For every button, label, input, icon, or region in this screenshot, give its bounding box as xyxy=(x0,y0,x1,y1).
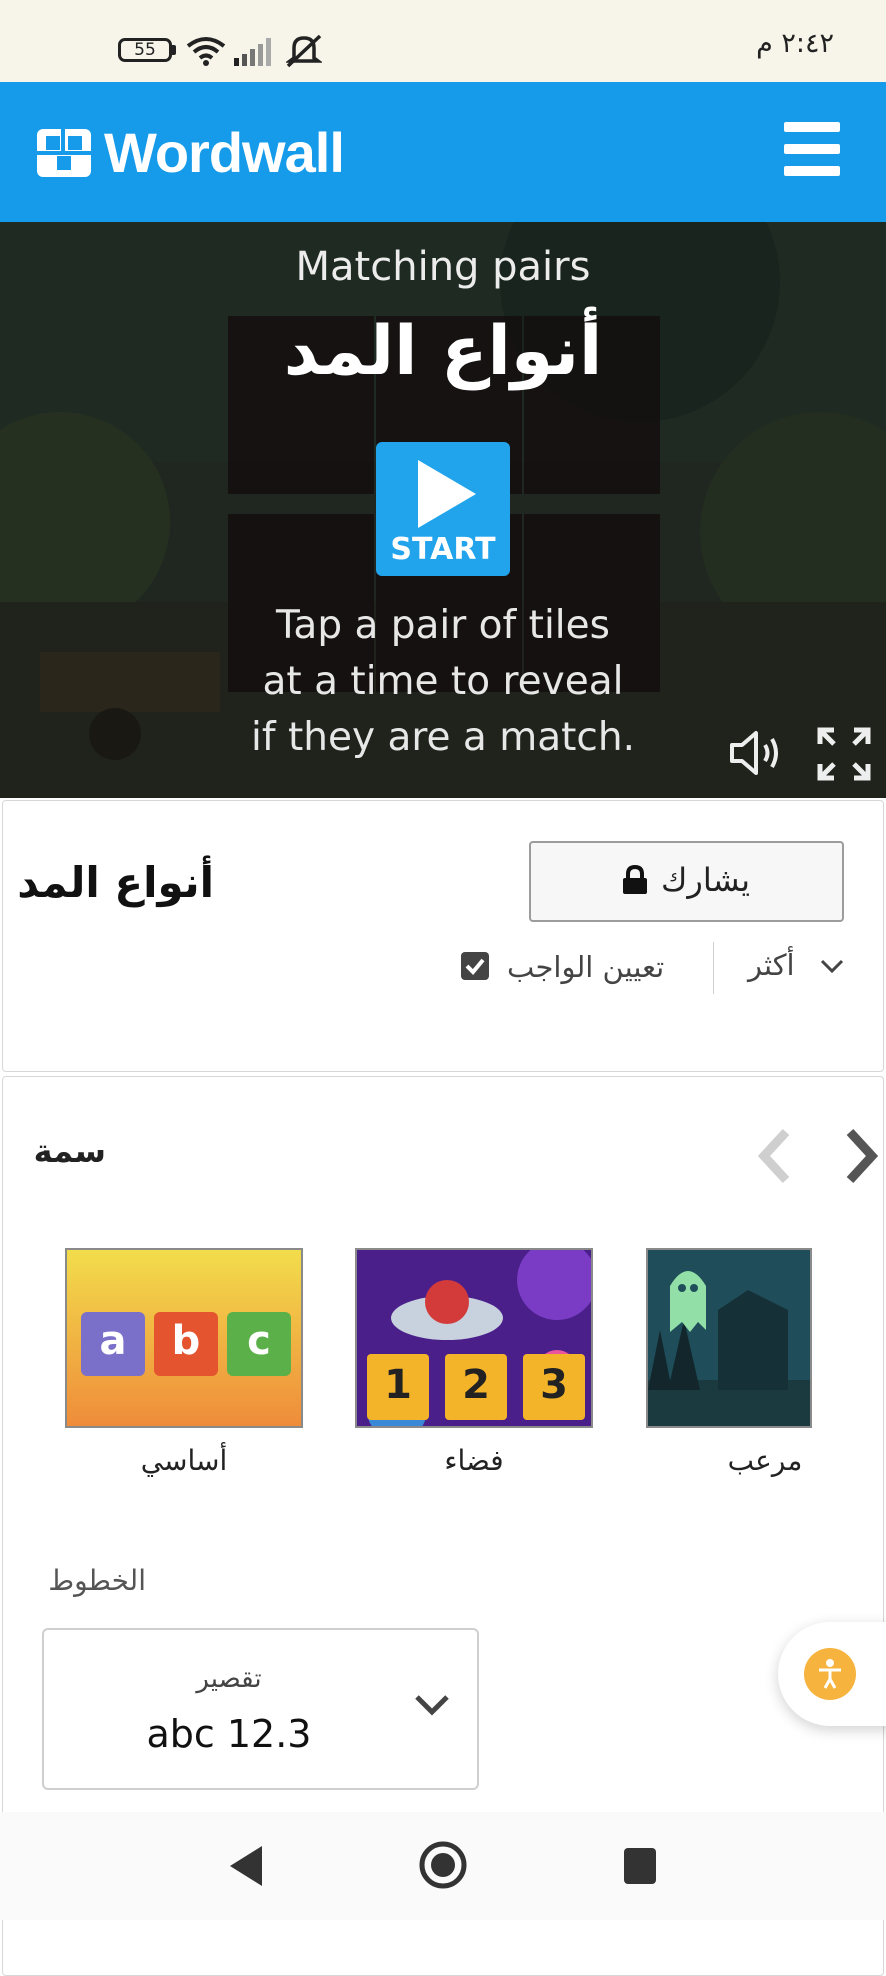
brand-name[interactable]: Wordwall xyxy=(104,120,345,185)
assign-homework-label: تعيين الواجب xyxy=(507,950,665,984)
play-icon xyxy=(418,460,476,528)
checkbox-checked-icon xyxy=(461,952,489,980)
wifi-icon xyxy=(186,37,226,66)
chevron-down-icon xyxy=(820,959,844,974)
theme-sample-number: 2 xyxy=(462,1362,490,1408)
recent-apps-icon[interactable] xyxy=(624,1848,656,1884)
hamburger-menu-icon[interactable] xyxy=(784,120,840,178)
signal-icon xyxy=(234,38,271,66)
accessibility-button[interactable] xyxy=(778,1622,886,1726)
home-icon[interactable] xyxy=(418,1840,468,1890)
chevron-down-icon xyxy=(415,1695,449,1716)
share-label: يشارك xyxy=(661,861,751,899)
font-select[interactable]: تقصير abc 12.3 xyxy=(42,1628,479,1790)
fonts-section-title: الخطوط xyxy=(48,1564,146,1597)
more-label: أكثر xyxy=(748,948,795,982)
game-activity-title: أنواع المد xyxy=(283,312,603,391)
theme-spooky-thumbnail[interactable] xyxy=(646,1248,812,1428)
theme-spooky-label: مرعب xyxy=(727,1444,803,1477)
fullscreen-icon[interactable] xyxy=(816,726,872,782)
share-button[interactable]: يشارك xyxy=(529,841,844,922)
instruction-line: at a time to reveal xyxy=(262,659,624,704)
theme-sample-letter: a xyxy=(99,1318,127,1364)
start-button[interactable]: START xyxy=(376,442,510,576)
back-icon[interactable] xyxy=(226,1842,266,1890)
theme-space-thumbnail[interactable]: 1 2 3 xyxy=(355,1248,593,1428)
theme-basic-label: أساسي xyxy=(140,1444,228,1477)
activity-title: أنواع المد xyxy=(17,858,214,907)
theme-basic-thumbnail[interactable]: a b c xyxy=(65,1248,303,1428)
wordwall-logo-icon[interactable] xyxy=(37,129,91,177)
font-name: تقصير xyxy=(196,1664,262,1694)
theme-space-label: فضاء xyxy=(444,1444,504,1477)
start-label: START xyxy=(390,532,496,567)
divider xyxy=(713,942,714,994)
game-template-name: Matching pairs xyxy=(295,244,591,290)
sound-icon[interactable] xyxy=(728,728,784,778)
battery-icon: 55 xyxy=(118,38,172,62)
chevron-right-icon[interactable] xyxy=(838,1128,882,1184)
status-time: ٢:٤٢ م xyxy=(756,28,834,59)
theme-sample-number: 3 xyxy=(540,1362,568,1408)
instruction-line: Tap a pair of tiles xyxy=(276,603,610,648)
theme-sample-number: 1 xyxy=(384,1362,412,1408)
battery-tip xyxy=(172,45,176,55)
chevron-left-icon[interactable] xyxy=(754,1128,798,1184)
accessibility-icon xyxy=(804,1648,856,1700)
theme-sample-letter: c xyxy=(247,1318,271,1364)
theme-sample-letter: b xyxy=(171,1318,201,1364)
theme-section-title: سمة xyxy=(33,1132,106,1170)
lock-icon xyxy=(623,865,647,894)
font-sample: abc 12.3 xyxy=(146,1712,312,1756)
mute-bell-icon xyxy=(286,34,322,68)
